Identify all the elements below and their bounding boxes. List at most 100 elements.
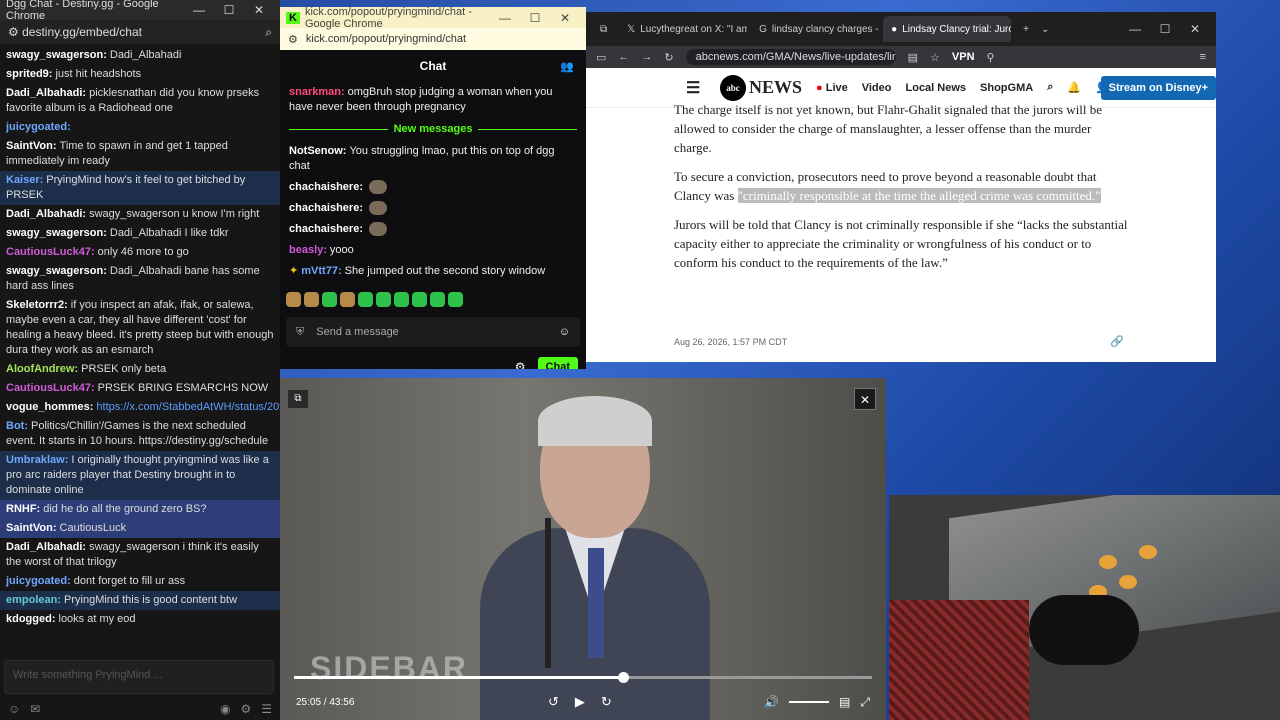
tab-x[interactable]: 𝕏Lucythegreat on X: "I am g✕: [619, 16, 747, 42]
users-icon[interactable]: ☰: [261, 702, 272, 716]
send-chat-button[interactable]: Chat: [537, 357, 578, 369]
whisper-icon[interactable]: ✉: [30, 702, 40, 716]
minimize-button[interactable]: —: [490, 11, 520, 25]
video-player[interactable]: SIDEBAR ⧉ ✕ 25:05 / 43:56 ↺ ▶ ↻ 🔊 ▤ ⤢: [280, 378, 886, 720]
emote-icon[interactable]: ☺: [8, 702, 20, 716]
volume-slider[interactable]: [789, 701, 830, 703]
eye-icon[interactable]: ◉: [220, 702, 230, 716]
kick-username[interactable]: chachaishere:: [289, 181, 363, 193]
dgg-username[interactable]: swagy_swagerson:: [6, 227, 107, 239]
tab-search-icon[interactable]: ⧉: [592, 24, 615, 35]
kick-username[interactable]: NotSenow:: [289, 145, 346, 157]
forward-icon[interactable]: ↻: [601, 694, 612, 710]
emote-icon[interactable]: [430, 292, 445, 307]
nav-video[interactable]: Video: [862, 82, 892, 94]
dgg-username[interactable]: Umbraklaw:: [6, 454, 68, 466]
new-tab-icon[interactable]: +: [1015, 24, 1037, 35]
stream-on-disney-button[interactable]: Stream on Disney+: [1100, 76, 1216, 100]
dgg-username[interactable]: CautiousLuck47:: [6, 246, 95, 258]
play-icon[interactable]: ▶: [575, 694, 585, 710]
forward-icon[interactable]: →: [641, 51, 652, 63]
dgg-username[interactable]: Skeletorrr2:: [6, 299, 68, 311]
dgg-username[interactable]: kdogged:: [6, 613, 56, 625]
users-icon[interactable]: 👥: [560, 60, 574, 73]
dgg-username[interactable]: juicygoated:: [6, 121, 71, 133]
settings-icon[interactable]: ⚙: [240, 702, 251, 716]
kick-username[interactable]: chachaishere:: [289, 223, 363, 235]
dgg-username[interactable]: Bot:: [6, 420, 28, 432]
rewind-icon[interactable]: ↺: [548, 694, 559, 710]
back-icon[interactable]: ←: [618, 51, 629, 63]
emote-icon[interactable]: [412, 292, 427, 307]
emote-icon[interactable]: [322, 292, 337, 307]
emote-icon[interactable]: [394, 292, 409, 307]
kick-username[interactable]: snarkman:: [289, 86, 345, 98]
vpn-badge[interactable]: VPN: [952, 51, 975, 63]
emoji-icon[interactable]: ☺: [559, 326, 570, 338]
dgg-username[interactable]: juicygoated:: [6, 575, 71, 587]
address-bar[interactable]: abcnews.com/GMA/News/live-updates/lind: [685, 49, 896, 65]
nav-local-news[interactable]: Local News: [906, 82, 967, 94]
link-icon[interactable]: 🔗: [1110, 333, 1124, 352]
site-settings-icon[interactable]: ⚙: [288, 33, 298, 46]
minimize-button[interactable]: —: [1120, 22, 1150, 36]
dgg-username[interactable]: SaintVon:: [6, 140, 57, 152]
zoom-icon[interactable]: ⌕: [265, 25, 272, 40]
dgg-chat-input[interactable]: Write something PryingMind ...: [4, 660, 274, 694]
dgg-username[interactable]: vogue_hommes:: [6, 401, 93, 413]
bell-icon[interactable]: 🔔: [1067, 81, 1081, 94]
highlighted-quote[interactable]: "criminally responsible at the time the …: [737, 188, 1101, 203]
dgg-username[interactable]: RNHF:: [6, 503, 40, 515]
emote-icon[interactable]: [304, 292, 319, 307]
dgg-username[interactable]: CautiousLuck47:: [6, 382, 95, 394]
kick-username[interactable]: chachaishere:: [289, 202, 363, 214]
reader-icon[interactable]: ▤: [908, 51, 918, 64]
tab-google[interactable]: Glindsay clancy charges - Go✕: [751, 16, 879, 42]
dgg-username[interactable]: AloofAndrew:: [6, 363, 78, 375]
menu-icon[interactable]: ≡: [1200, 51, 1206, 63]
dgg-username[interactable]: Kaiser:: [6, 174, 43, 186]
close-button[interactable]: ✕: [1180, 22, 1210, 36]
emote-icon[interactable]: [376, 292, 391, 307]
close-button[interactable]: ✕: [550, 11, 580, 25]
search-icon[interactable]: ⌕: [1047, 81, 1053, 94]
hamburger-icon[interactable]: ☰: [686, 78, 700, 98]
sidebar-icon[interactable]: ▭: [596, 51, 606, 64]
dgg-username[interactable]: Dadi_Albahadi:: [6, 541, 86, 553]
star-icon[interactable]: ☆: [930, 51, 940, 64]
dgg-username[interactable]: empolean:: [6, 594, 61, 606]
pip-icon[interactable]: ⧉: [288, 390, 308, 408]
maximize-button[interactable]: ☐: [1150, 22, 1180, 36]
reload-icon[interactable]: ↻: [664, 51, 673, 64]
kick-address-bar[interactable]: ⚙ kick.com/popout/pryingmind/chat: [280, 28, 586, 50]
dgg-username[interactable]: swagy_swagerson:: [6, 265, 107, 277]
emote-icon[interactable]: [286, 292, 301, 307]
nav-live[interactable]: Live: [816, 82, 848, 94]
dgg-username[interactable]: sprited9:: [6, 68, 52, 80]
extension-icon[interactable]: ⚲: [987, 51, 995, 64]
dgg-username[interactable]: SaintVon:: [6, 522, 57, 534]
volume-icon[interactable]: 🔊: [764, 695, 779, 709]
kick-message-input[interactable]: ⛨ Send a message ☺: [286, 317, 580, 347]
emote-icon[interactable]: [448, 292, 463, 307]
maximize-button[interactable]: ☐: [214, 3, 244, 17]
kick-username[interactable]: mVtt77:: [301, 265, 341, 277]
dgg-username[interactable]: Dadi_Albahadi:: [6, 208, 86, 220]
tab-abc[interactable]: ●Lindsay Clancy trial: Jurors✕: [883, 16, 1012, 42]
maximize-button[interactable]: ☐: [520, 11, 550, 25]
progress-bar[interactable]: [294, 672, 872, 683]
abc-news-logo[interactable]: abc NEWS: [720, 74, 802, 101]
dgg-message-text[interactable]: https://x.com/StabbedAtWH/status/2092744…: [96, 401, 280, 413]
nav-shopgma[interactable]: ShopGMA: [980, 82, 1033, 94]
dgg-username[interactable]: swagy_swagerson:: [6, 49, 107, 61]
close-button[interactable]: ✕: [244, 3, 274, 17]
dgg-username[interactable]: Dadi_Albahadi:: [6, 87, 86, 99]
fullscreen-icon[interactable]: ⤢: [860, 695, 870, 710]
chevron-down-icon[interactable]: ⌄: [1041, 24, 1049, 35]
minimize-button[interactable]: —: [184, 3, 214, 17]
emote-icon[interactable]: [358, 292, 373, 307]
close-icon[interactable]: ✕: [854, 388, 876, 410]
kick-username[interactable]: beasly:: [289, 244, 327, 256]
dgg-address-bar[interactable]: ⚙ destiny.gg/embed/chat ⌕: [0, 20, 280, 44]
settings-icon[interactable]: ⚙: [515, 360, 526, 369]
